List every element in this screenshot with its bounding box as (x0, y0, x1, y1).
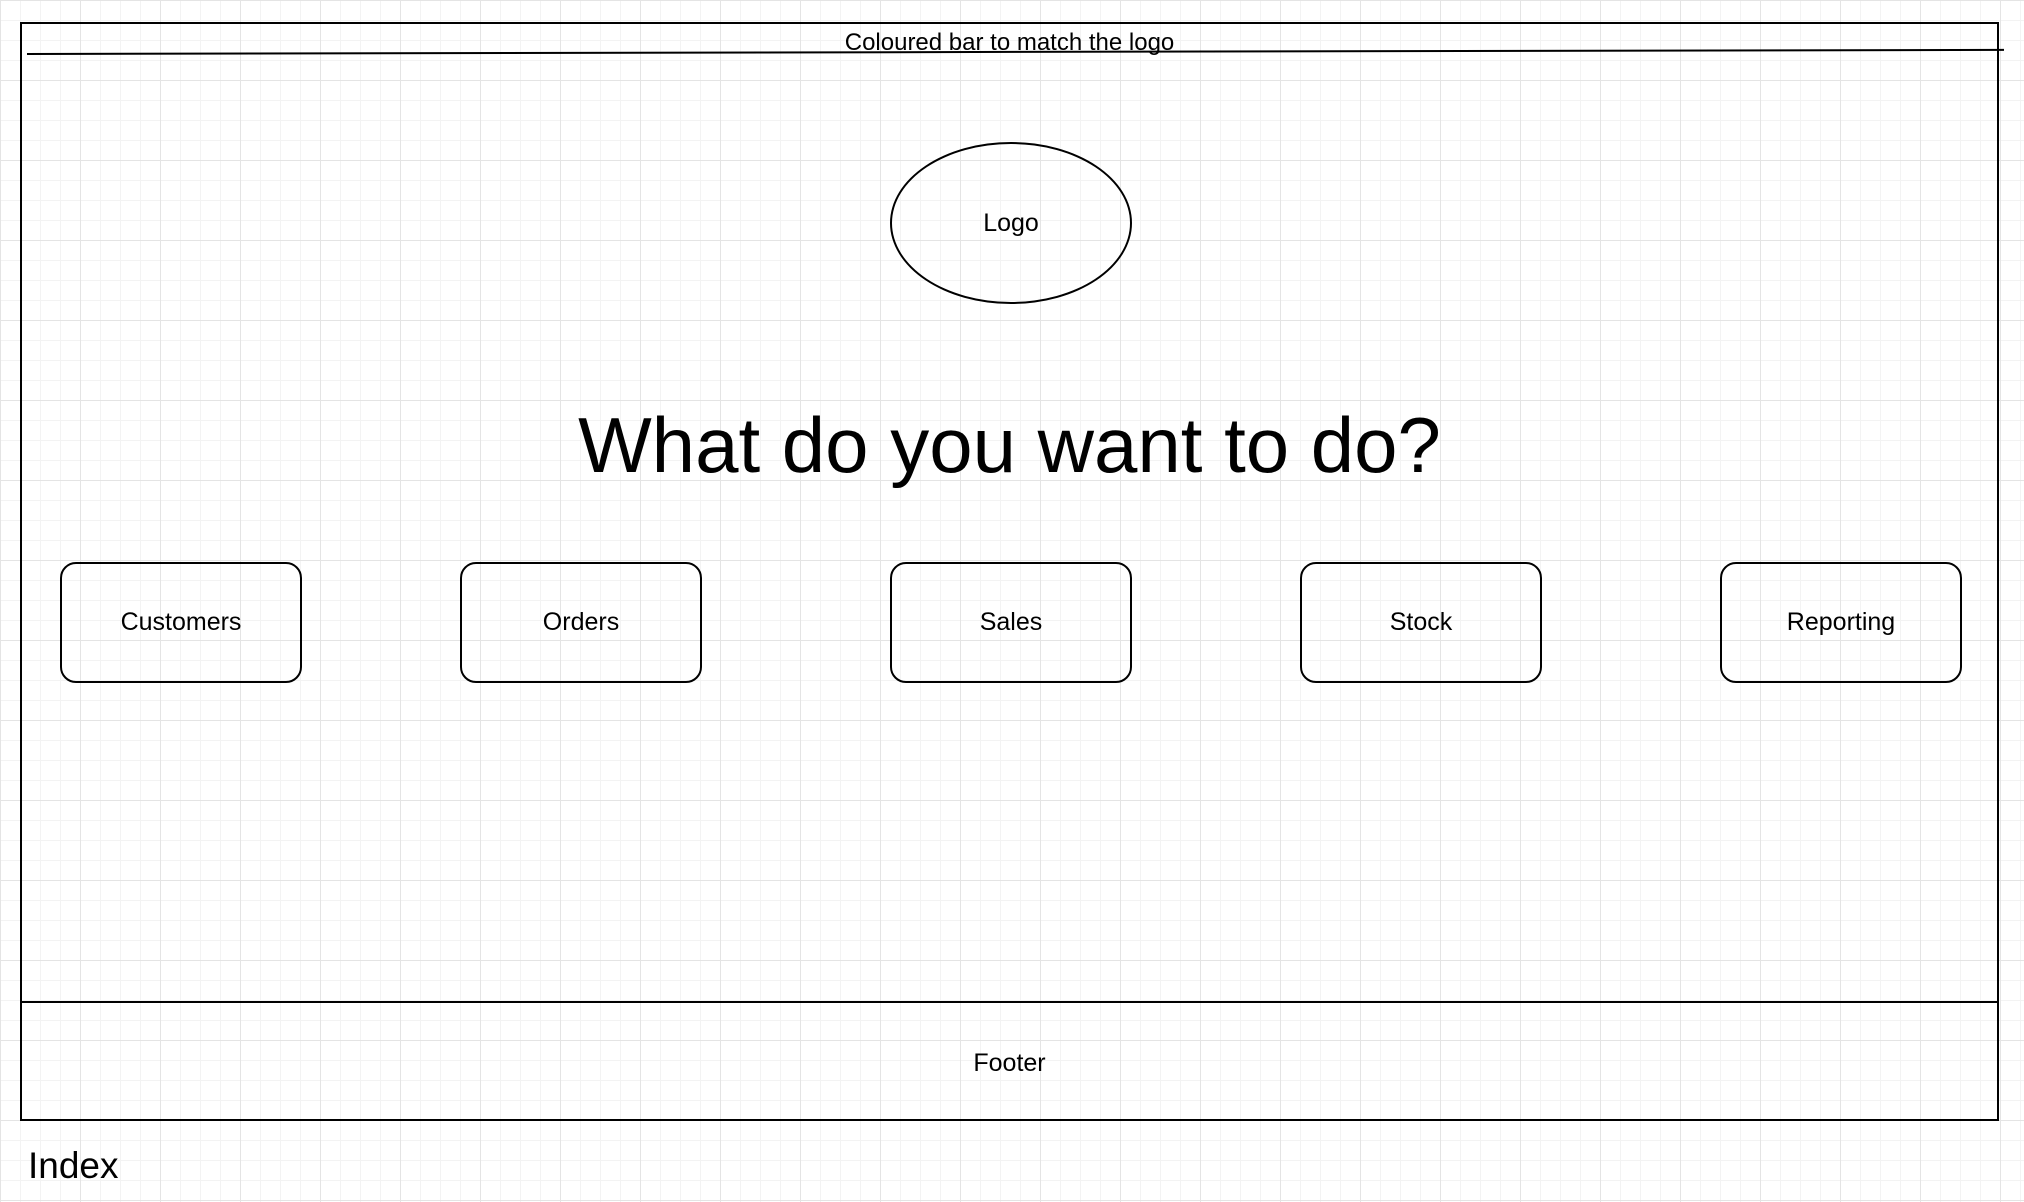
reporting-button[interactable]: Reporting (1720, 562, 1962, 683)
page-headline: What do you want to do? (578, 401, 1441, 489)
footer-divider (20, 1001, 1999, 1003)
reporting-button-label: Reporting (1786, 608, 1896, 636)
sales-button[interactable]: Sales (890, 562, 1132, 683)
orders-button[interactable]: Orders (460, 562, 702, 683)
stock-button[interactable]: Stock (1300, 562, 1542, 683)
stock-button-label: Stock (1389, 608, 1453, 636)
logo-label: Logo (983, 208, 1039, 237)
footer-label: Footer (973, 1049, 1046, 1077)
header-bar-caption: Coloured bar to match the logo (844, 29, 1175, 56)
sales-button-label: Sales (979, 608, 1043, 636)
orders-button-label: Orders (542, 608, 620, 636)
customers-button[interactable]: Customers (60, 562, 302, 683)
logo-placeholder: Logo (890, 142, 1132, 304)
page-name-label: Index (28, 1145, 119, 1186)
customers-button-label: Customers (120, 608, 242, 636)
